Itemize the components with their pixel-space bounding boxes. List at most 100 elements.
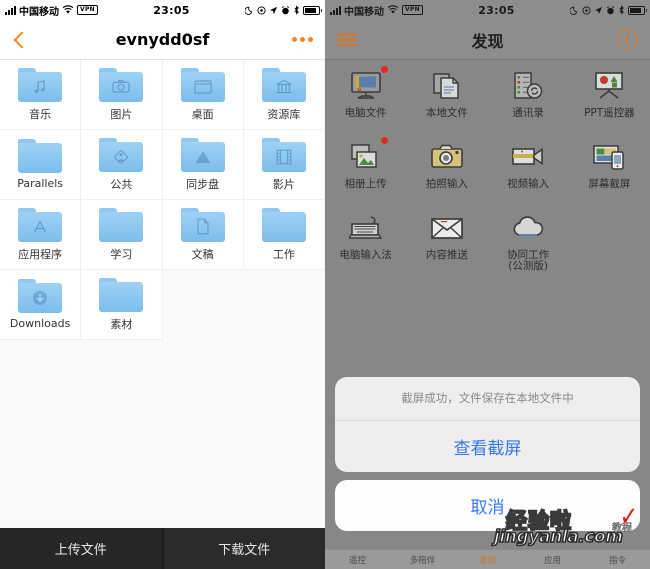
- folder-item-public[interactable]: 公共: [81, 130, 163, 200]
- right-nav-bar: 发现 i: [325, 20, 650, 60]
- folder-icon: [99, 137, 144, 172]
- folder-grid: 音乐 图片 桌面 资源库 Parallels 公共 同步盘 影片 应用程序 学习…: [0, 60, 325, 340]
- folder-item-pictures[interactable]: 图片: [81, 60, 163, 130]
- app-item-computer-files[interactable]: 电脑文件: [325, 62, 406, 133]
- app-label: PPT遥控器: [584, 107, 635, 119]
- folder-label: 素材: [110, 317, 133, 331]
- right-status-bar: 中国移动 VPN 23:05: [325, 0, 650, 20]
- tab-apps[interactable]: 应用: [520, 554, 585, 566]
- folder-item-study[interactable]: 学习: [81, 200, 163, 270]
- notification-badge: [380, 66, 388, 73]
- at-icon: [582, 5, 591, 15]
- hamburger-icon[interactable]: [337, 32, 357, 47]
- app-label: 拍照输入: [425, 178, 468, 190]
- alarm-icon: [281, 5, 290, 14]
- cloud-icon: [508, 210, 548, 246]
- folder-icon: [99, 67, 144, 102]
- folder-label: 图片: [110, 107, 133, 121]
- folder-item-desktop[interactable]: 桌面: [162, 60, 244, 130]
- app-item-contacts[interactable]: 通讯录: [488, 62, 569, 133]
- folder-item-music[interactable]: 音乐: [0, 60, 82, 130]
- folder-item-downloads[interactable]: Downloads: [0, 270, 82, 340]
- app-item-local-files[interactable]: 本地文件: [406, 62, 487, 133]
- tab-commands[interactable]: 指令: [585, 554, 650, 566]
- folder-label: 同步盘: [186, 177, 220, 191]
- app-item-screen-capture[interactable]: 屏幕截屏: [569, 133, 650, 204]
- bank-icon: [276, 79, 292, 93]
- moon-icon: [570, 6, 578, 15]
- app-item-album-upload[interactable]: 相册上传: [325, 133, 406, 204]
- app-item-video-input[interactable]: 视频输入: [488, 133, 569, 204]
- folder-icon: [18, 207, 63, 242]
- folder-icon: [99, 207, 144, 242]
- folder-label: 资源库: [267, 107, 301, 121]
- app-label: 相册上传: [344, 178, 387, 190]
- folder-icon: [18, 139, 63, 173]
- screenshot-action-sheet: 截屏成功，文件保存在本地文件中 查看截屏 取消: [335, 377, 640, 531]
- status-bar-right: [570, 5, 647, 15]
- photo-stack-icon: [346, 137, 388, 175]
- folder-grid-filler: [243, 270, 325, 340]
- tab-remote[interactable]: 遥控: [325, 554, 390, 566]
- folder-item-documents[interactable]: 文稿: [162, 200, 244, 270]
- notification-badge: [380, 137, 388, 144]
- app-label: 内容推送: [425, 249, 468, 261]
- folder-item-applications[interactable]: 应用程序: [0, 200, 82, 270]
- folder-label: Parallels: [17, 177, 64, 190]
- upload-file-button[interactable]: 上传文件: [0, 528, 162, 569]
- left-phone-panel: 中国移动 VPN 23:05 evnydd0sf 音乐 图片 桌面 资源库 Pa…: [0, 0, 325, 569]
- folder-item-sync-drive[interactable]: 同步盘: [162, 130, 244, 200]
- film-icon: [276, 149, 292, 164]
- info-circle-icon[interactable]: i: [617, 29, 638, 50]
- signal-icon: [5, 5, 16, 15]
- folder-item-library[interactable]: 资源库: [243, 60, 325, 130]
- tab-companion[interactable]: 多陪伴: [390, 554, 455, 566]
- page-title: 发现: [471, 31, 504, 51]
- folder-icon: [180, 207, 225, 242]
- folder-item-parallels[interactable]: Parallels: [0, 130, 82, 200]
- page-title: evnydd0sf: [115, 30, 210, 49]
- video-camera-icon: [508, 139, 548, 175]
- back-chevron-icon[interactable]: [12, 32, 28, 48]
- music-note-icon: [34, 79, 45, 93]
- status-bar-left: 中国移动 VPN: [330, 3, 423, 18]
- cancel-button[interactable]: 取消: [335, 480, 640, 531]
- folder-icon: [261, 67, 306, 102]
- bottom-tab-bar: 遥控 多陪伴 发现 应用 指令: [325, 549, 650, 569]
- app-item-collaboration[interactable]: 协同工作 (公测版): [488, 204, 569, 275]
- folder-label: 工作: [272, 247, 295, 261]
- folder-grid-filler: [162, 270, 244, 340]
- folder-label: Downloads: [9, 317, 71, 330]
- envelope-icon: [427, 210, 467, 246]
- status-bar-time: 23:05: [478, 3, 515, 17]
- more-dots-icon[interactable]: [292, 37, 313, 42]
- folder-item-movies[interactable]: 影片: [243, 130, 325, 200]
- app-label: 电脑输入法: [339, 249, 392, 261]
- document-icon: [197, 218, 209, 235]
- tab-discover[interactable]: 发现: [455, 554, 520, 566]
- camera-icon: [112, 80, 130, 93]
- app-item-photo-input[interactable]: 拍照输入: [406, 133, 487, 204]
- desktop-monitor-icon: [346, 66, 388, 104]
- contacts-sync-icon: [508, 68, 548, 104]
- share-icon: [114, 149, 129, 164]
- carrier-label: 中国移动: [19, 6, 59, 18]
- battery-icon: [303, 5, 322, 15]
- view-screenshot-button[interactable]: 查看截屏: [335, 421, 640, 472]
- folder-icon: [18, 67, 63, 102]
- bluetooth-icon: [294, 5, 299, 15]
- location-arrow-icon: [269, 6, 278, 14]
- status-bar-time: 23:05: [153, 3, 190, 17]
- folder-icon: [99, 277, 144, 312]
- app-item-computer-input-method[interactable]: 电脑输入法: [325, 204, 406, 275]
- status-bar-right: [245, 5, 322, 15]
- app-item-content-push[interactable]: 内容推送: [406, 204, 487, 275]
- folder-label: 公共: [110, 177, 133, 191]
- left-bottom-bar: 上传文件 下载文件: [0, 528, 325, 569]
- folder-item-work[interactable]: 工作: [243, 200, 325, 270]
- download-file-button[interactable]: 下载文件: [163, 528, 325, 569]
- folder-item-materials[interactable]: 素材: [81, 270, 163, 340]
- folder-icon: [261, 137, 306, 172]
- vpn-icon: VPN: [402, 5, 423, 15]
- app-item-ppt-remote[interactable]: PPT遥控器: [569, 62, 650, 133]
